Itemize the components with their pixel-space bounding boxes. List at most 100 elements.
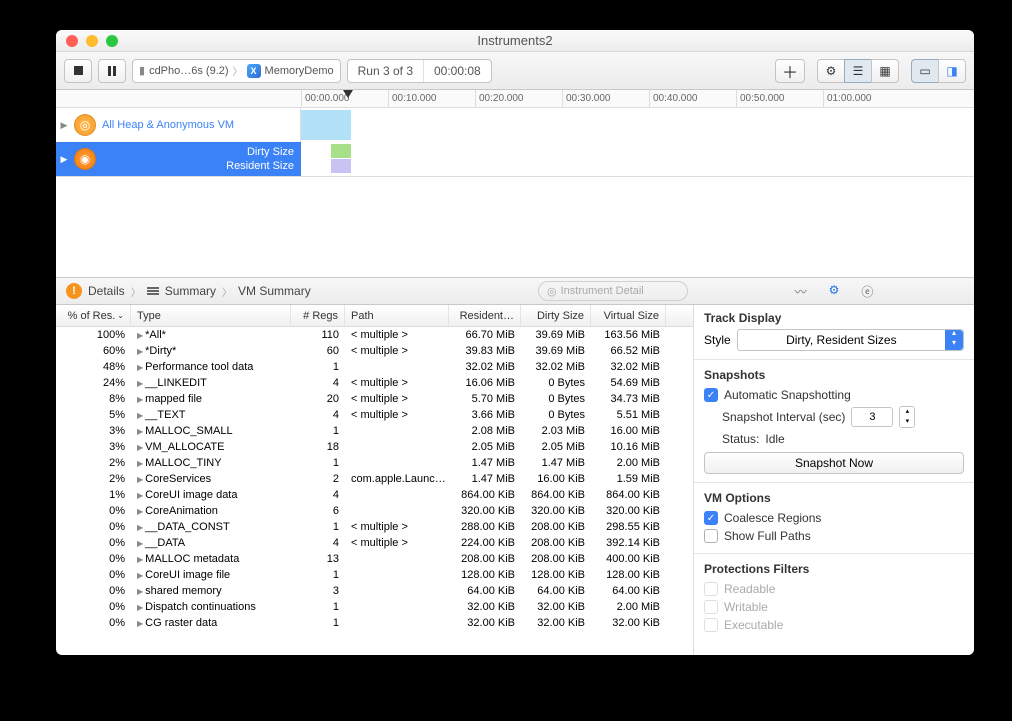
run-info[interactable]: Run 3 of 3 00:00:08 <box>347 59 492 83</box>
close-icon[interactable] <box>66 35 78 47</box>
disclosure-icon[interactable]: ▶ <box>60 120 68 131</box>
disclosure-icon[interactable]: ▶ <box>60 154 68 165</box>
toolbar: ▮ cdPho…6s (9.2) 〉 X MemoryDemo Run 3 of… <box>56 52 974 90</box>
col-dirty[interactable]: Dirty Size <box>521 305 591 326</box>
table-row[interactable]: 3%▶VM_ALLOCATE182.05 MiB2.05 MiB10.16 Mi… <box>56 439 693 455</box>
disclosure-icon[interactable]: ▶ <box>137 571 143 580</box>
settings-icon[interactable]: ⚙ <box>829 283 840 300</box>
writable-checkbox <box>704 600 718 614</box>
detail-pane: % of Res.⌄ Type # Regs Path Resident… Di… <box>56 305 974 655</box>
disclosure-icon[interactable]: ▶ <box>137 587 143 596</box>
nav-details[interactable]: Details <box>88 284 125 298</box>
disclosure-icon[interactable]: ▶ <box>137 491 143 500</box>
record-stop-button[interactable] <box>64 59 92 83</box>
table-row[interactable]: 0%▶__DATA4< multiple >224.00 KiB208.00 K… <box>56 535 693 551</box>
table-row[interactable]: 0%▶CG raster data132.00 KiB32.00 KiB32.0… <box>56 615 693 631</box>
disclosure-icon[interactable]: ▶ <box>137 555 143 564</box>
table-row[interactable]: 24%▶__LINKEDIT4< multiple >16.06 MiB0 By… <box>56 375 693 391</box>
playhead-icon[interactable] <box>343 90 353 98</box>
cell-regs: 4 <box>291 409 345 421</box>
alert-icon[interactable]: ! <box>66 283 82 299</box>
disclosure-icon[interactable]: ▶ <box>137 347 143 356</box>
add-instrument-button[interactable]: ＋ <box>775 59 805 83</box>
toggle-inspector-button[interactable]: ◨ <box>938 59 966 83</box>
table-row[interactable]: 60%▶*Dirty*60< multiple >39.83 MiB39.69 … <box>56 343 693 359</box>
disclosure-icon[interactable]: ▶ <box>137 603 143 612</box>
disclosure-icon[interactable]: ▶ <box>137 475 143 484</box>
cell-resident: 66.70 MiB <box>449 329 521 341</box>
view-strategy-button[interactable]: ⚙ <box>817 59 845 83</box>
table-row[interactable]: 5%▶__TEXT4< multiple >3.66 MiB0 Bytes5.5… <box>56 407 693 423</box>
table-row[interactable]: 0%▶CoreUI image file1128.00 KiB128.00 Ki… <box>56 567 693 583</box>
cell-dirty: 32.00 KiB <box>521 601 591 613</box>
snapshot-now-button[interactable]: Snapshot Now <box>704 452 964 474</box>
cell-type: ▶MALLOC metadata <box>131 553 291 565</box>
cell-regs: 1 <box>291 601 345 613</box>
step-down-icon[interactable]: ▾ <box>900 417 914 427</box>
track-display-icon[interactable]: 〰 <box>795 283 807 300</box>
interval-input[interactable] <box>851 407 893 427</box>
detail-navbar: ! Details 〉 Summary 〉 VM Summary ◎ Instr… <box>56 277 974 305</box>
disclosure-icon[interactable]: ▶ <box>137 523 143 532</box>
disclosure-icon[interactable]: ▶ <box>137 395 143 404</box>
disclosure-icon[interactable]: ▶ <box>137 443 143 452</box>
summary-table: % of Res.⌄ Type # Regs Path Resident… Di… <box>56 305 694 655</box>
disclosure-icon[interactable]: ▶ <box>137 363 143 372</box>
minimize-icon[interactable] <box>86 35 98 47</box>
interval-stepper[interactable]: ▴▾ <box>899 406 915 428</box>
col-resident[interactable]: Resident… <box>449 305 521 326</box>
cell-virtual: 5.51 MiB <box>591 409 666 421</box>
auto-snapshot-checkbox[interactable]: ✓ <box>704 388 718 402</box>
track-vm-tracker[interactable]: ▶ ◉ Dirty Size Resident Size <box>56 142 974 176</box>
extended-detail-icon[interactable]: ⓔ <box>861 283 873 300</box>
table-row[interactable]: 8%▶mapped file20< multiple >5.70 MiB0 By… <box>56 391 693 407</box>
cell-resident: 128.00 KiB <box>449 569 521 581</box>
target-selector[interactable]: ▮ cdPho…6s (9.2) 〉 X MemoryDemo <box>132 59 341 83</box>
track-allocations[interactable]: ▶ ◎ All Heap & Anonymous VM <box>56 108 974 142</box>
col-path[interactable]: Path <box>345 305 449 326</box>
disclosure-icon[interactable]: ▶ <box>137 379 143 388</box>
disclosure-icon[interactable]: ▶ <box>137 507 143 516</box>
table-row[interactable]: 3%▶MALLOC_SMALL12.08 MiB2.03 MiB16.00 Mi… <box>56 423 693 439</box>
table-row[interactable]: 2%▶MALLOC_TINY11.47 MiB1.47 MiB2.00 MiB <box>56 455 693 471</box>
toggle-detail-button[interactable]: ▭ <box>911 59 939 83</box>
col-virtual[interactable]: Virtual Size <box>591 305 666 326</box>
instrument-detail-filter[interactable]: ◎ Instrument Detail <box>538 281 688 301</box>
table-row[interactable]: 0%▶MALLOC metadata13208.00 KiB208.00 KiB… <box>56 551 693 567</box>
table-body[interactable]: 100%▶*All*110< multiple >66.70 MiB39.69 … <box>56 327 693 655</box>
fullpaths-checkbox[interactable] <box>704 529 718 543</box>
coalesce-checkbox[interactable]: ✓ <box>704 511 718 525</box>
col-pct-res[interactable]: % of Res.⌄ <box>56 305 131 326</box>
col-type[interactable]: Type <box>131 305 291 326</box>
table-row[interactable]: 100%▶*All*110< multiple >66.70 MiB39.69 … <box>56 327 693 343</box>
table-row[interactable]: 0%▶shared memory364.00 KiB64.00 KiB64.00… <box>56 583 693 599</box>
zoom-icon[interactable] <box>106 35 118 47</box>
disclosure-icon[interactable]: ▶ <box>137 459 143 468</box>
disclosure-icon[interactable]: ▶ <box>137 331 143 340</box>
cell-pct: 60% <box>56 345 131 357</box>
pause-button[interactable] <box>98 59 126 83</box>
table-row[interactable]: 2%▶CoreServices2com.apple.Launc…1.47 MiB… <box>56 471 693 487</box>
nav-vmsummary[interactable]: VM Summary <box>238 284 311 298</box>
view-list-button[interactable]: ☰ <box>844 59 872 83</box>
table-row[interactable]: 0%▶__DATA_CONST1< multiple >288.00 KiB20… <box>56 519 693 535</box>
table-row[interactable]: 0%▶CoreAnimation6320.00 KiB320.00 KiB320… <box>56 503 693 519</box>
disclosure-icon[interactable]: ▶ <box>137 427 143 436</box>
table-row[interactable]: 1%▶CoreUI image data4864.00 KiB864.00 Ki… <box>56 487 693 503</box>
table-row[interactable]: 0%▶Dispatch continuations132.00 KiB32.00… <box>56 599 693 615</box>
disclosure-icon[interactable]: ▶ <box>137 411 143 420</box>
disclosure-icon[interactable]: ▶ <box>137 619 143 628</box>
view-grid-button[interactable]: ▦ <box>871 59 899 83</box>
graph-segment-dirty <box>331 144 351 158</box>
cell-type: ▶*Dirty* <box>131 345 291 357</box>
cell-regs: 60 <box>291 345 345 357</box>
timeline-ruler[interactable]: 00:00.000 00:10.000 00:20.000 00:30.000 … <box>56 90 974 108</box>
disclosure-icon[interactable]: ▶ <box>137 539 143 548</box>
style-select[interactable]: Dirty, Resident Sizes ▴▾ <box>737 329 964 351</box>
cell-pct: 8% <box>56 393 131 405</box>
col-regs[interactable]: # Regs <box>291 305 345 326</box>
step-up-icon[interactable]: ▴ <box>900 407 914 417</box>
nav-summary[interactable]: Summary <box>165 284 216 298</box>
table-row[interactable]: 48%▶Performance tool data132.02 MiB32.02… <box>56 359 693 375</box>
cell-pct: 3% <box>56 425 131 437</box>
